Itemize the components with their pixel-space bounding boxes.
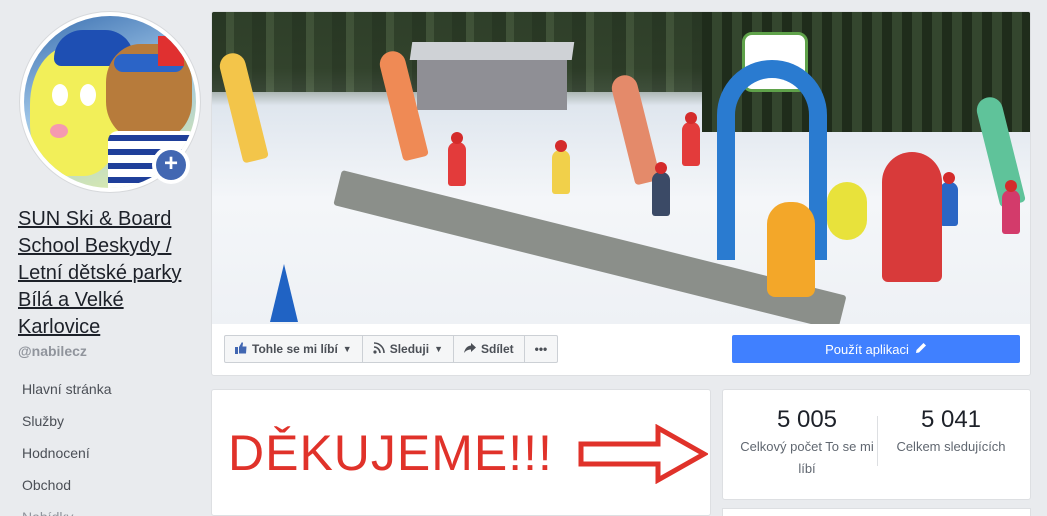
share-label: Sdílet — [480, 342, 514, 356]
followers-label: Celkem sledujících — [896, 439, 1006, 454]
likes-stat[interactable]: 5 005 Celkový počet To se mi líbí — [737, 406, 877, 480]
chevron-down-icon: ▼ — [434, 344, 443, 354]
page-title[interactable]: SUN Ski & Board School Beskydy / Letní d… — [18, 206, 203, 341]
skier-kid — [652, 162, 670, 216]
like-button[interactable]: Tohle se mi líbí ▼ — [225, 336, 363, 362]
likes-count: 5 005 — [776, 406, 838, 433]
cover-card: Tohle se mi líbí ▼ Sleduji ▼ Sdílet ••• … — [211, 11, 1031, 376]
red-flag — [158, 36, 184, 66]
ladybug-figure — [827, 182, 867, 240]
post-text: DĚKUJEME!!! — [228, 425, 553, 481]
left-navigation: Hlavní stránka Služby Hodnocení Obchod N… — [0, 374, 205, 516]
share-arrow-icon — [463, 342, 476, 356]
nav-item-shop[interactable]: Obchod — [0, 470, 205, 502]
instructor — [882, 152, 942, 282]
skier-kid — [940, 172, 958, 226]
divider — [877, 416, 878, 466]
next-card — [722, 508, 1031, 516]
cover-photo[interactable] — [212, 12, 1030, 324]
chevron-down-icon: ▼ — [342, 344, 352, 354]
followers-count: 5 041 — [920, 406, 982, 433]
blue-cone — [270, 264, 298, 322]
arrow-right-icon — [578, 424, 708, 484]
use-app-label: Použít aplikaci — [825, 341, 909, 357]
skier-kid — [448, 132, 466, 186]
share-button[interactable]: Sdílet — [454, 336, 525, 362]
followers-stat[interactable]: 5 041 Celkem sledujících — [881, 406, 1021, 458]
page-handle: @nabilecz — [18, 343, 87, 359]
stats-card: 5 005 Celkový počet To se mi líbí 5 041 … — [722, 389, 1031, 500]
skier-kid — [1002, 180, 1020, 234]
more-button[interactable]: ••• — [525, 336, 558, 362]
use-app-button[interactable]: Použít aplikaci — [732, 335, 1020, 363]
pencil-icon — [915, 342, 927, 357]
add-profile-photo-button[interactable]: + — [152, 146, 190, 184]
thumbs-up-icon — [235, 342, 247, 356]
skier-kid — [682, 112, 700, 166]
nav-item-reviews[interactable]: Hodnocení — [0, 438, 205, 470]
follow-button[interactable]: Sleduji ▼ — [363, 336, 454, 362]
ski-hut — [409, 42, 575, 110]
post-card: DĚKUJEME!!! — [211, 389, 711, 516]
nav-item-services[interactable]: Služby — [0, 406, 205, 438]
rss-icon — [373, 342, 385, 356]
nav-item-offers[interactable]: Nabídky — [0, 502, 205, 516]
orange-figure — [767, 202, 815, 297]
page-action-bar: Tohle se mi líbí ▼ Sleduji ▼ Sdílet ••• — [224, 335, 559, 363]
likes-label: Celkový počet To se mi líbí — [740, 439, 874, 476]
follow-label: Sleduji — [389, 342, 430, 356]
plus-icon: + — [156, 150, 186, 180]
like-label: Tohle se mi líbí — [252, 342, 338, 356]
nav-item-home[interactable]: Hlavní stránka — [0, 374, 205, 406]
more-icon: ••• — [534, 342, 548, 356]
skier-kid — [552, 140, 570, 194]
